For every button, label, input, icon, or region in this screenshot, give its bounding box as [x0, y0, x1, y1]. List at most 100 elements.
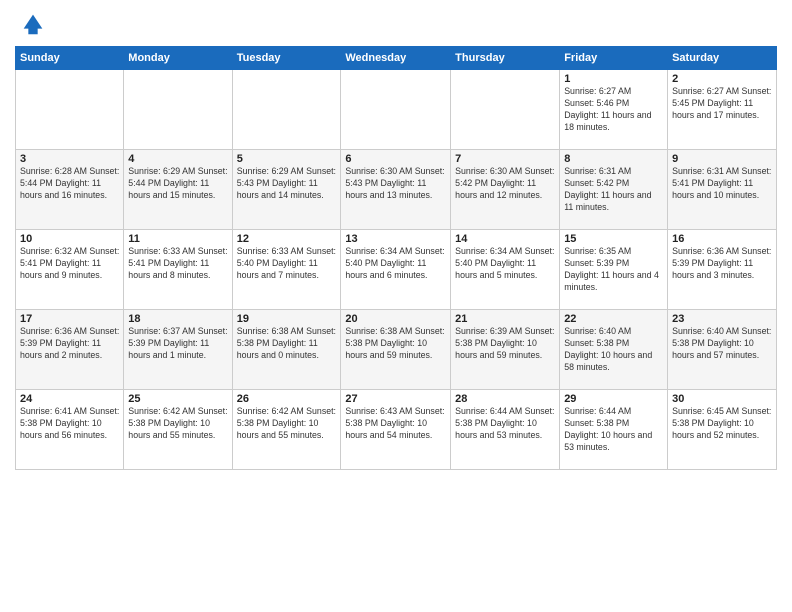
- day-info: Sunrise: 6:42 AM Sunset: 5:38 PM Dayligh…: [128, 406, 227, 442]
- calendar-cell: 11Sunrise: 6:33 AM Sunset: 5:41 PM Dayli…: [124, 230, 232, 310]
- calendar-cell: 14Sunrise: 6:34 AM Sunset: 5:40 PM Dayli…: [451, 230, 560, 310]
- col-header-thursday: Thursday: [451, 47, 560, 70]
- day-number: 6: [345, 153, 446, 165]
- calendar-cell: 4Sunrise: 6:29 AM Sunset: 5:44 PM Daylig…: [124, 150, 232, 230]
- day-number: 27: [345, 393, 446, 405]
- day-info: Sunrise: 6:38 AM Sunset: 5:38 PM Dayligh…: [345, 326, 446, 362]
- calendar-cell: [341, 70, 451, 150]
- day-info: Sunrise: 6:31 AM Sunset: 5:41 PM Dayligh…: [672, 166, 772, 202]
- calendar-cell: 8Sunrise: 6:31 AM Sunset: 5:42 PM Daylig…: [560, 150, 668, 230]
- day-number: 7: [455, 153, 555, 165]
- day-info: Sunrise: 6:27 AM Sunset: 5:46 PM Dayligh…: [564, 86, 663, 134]
- calendar-cell: 29Sunrise: 6:44 AM Sunset: 5:38 PM Dayli…: [560, 390, 668, 470]
- calendar-week-3: 17Sunrise: 6:36 AM Sunset: 5:39 PM Dayli…: [16, 310, 777, 390]
- calendar-cell: 15Sunrise: 6:35 AM Sunset: 5:39 PM Dayli…: [560, 230, 668, 310]
- calendar-cell: 12Sunrise: 6:33 AM Sunset: 5:40 PM Dayli…: [232, 230, 341, 310]
- day-number: 26: [237, 393, 337, 405]
- day-info: Sunrise: 6:27 AM Sunset: 5:45 PM Dayligh…: [672, 86, 772, 122]
- day-info: Sunrise: 6:37 AM Sunset: 5:39 PM Dayligh…: [128, 326, 227, 362]
- day-info: Sunrise: 6:29 AM Sunset: 5:44 PM Dayligh…: [128, 166, 227, 202]
- calendar-week-4: 24Sunrise: 6:41 AM Sunset: 5:38 PM Dayli…: [16, 390, 777, 470]
- calendar-cell: [124, 70, 232, 150]
- day-number: 5: [237, 153, 337, 165]
- day-info: Sunrise: 6:45 AM Sunset: 5:38 PM Dayligh…: [672, 406, 772, 442]
- logo: [15, 10, 47, 38]
- page-container: SundayMondayTuesdayWednesdayThursdayFrid…: [0, 0, 792, 475]
- col-header-friday: Friday: [560, 47, 668, 70]
- day-info: Sunrise: 6:38 AM Sunset: 5:38 PM Dayligh…: [237, 326, 337, 362]
- calendar-cell: 24Sunrise: 6:41 AM Sunset: 5:38 PM Dayli…: [16, 390, 124, 470]
- day-number: 25: [128, 393, 227, 405]
- calendar-cell: 20Sunrise: 6:38 AM Sunset: 5:38 PM Dayli…: [341, 310, 451, 390]
- day-number: 18: [128, 313, 227, 325]
- logo-icon: [19, 10, 47, 38]
- calendar-cell: 28Sunrise: 6:44 AM Sunset: 5:38 PM Dayli…: [451, 390, 560, 470]
- day-number: 16: [672, 233, 772, 245]
- day-number: 23: [672, 313, 772, 325]
- day-number: 14: [455, 233, 555, 245]
- day-info: Sunrise: 6:44 AM Sunset: 5:38 PM Dayligh…: [455, 406, 555, 442]
- day-number: 15: [564, 233, 663, 245]
- calendar-cell: 23Sunrise: 6:40 AM Sunset: 5:38 PM Dayli…: [668, 310, 777, 390]
- calendar-cell: 17Sunrise: 6:36 AM Sunset: 5:39 PM Dayli…: [16, 310, 124, 390]
- col-header-tuesday: Tuesday: [232, 47, 341, 70]
- day-number: 11: [128, 233, 227, 245]
- calendar-cell: 30Sunrise: 6:45 AM Sunset: 5:38 PM Dayli…: [668, 390, 777, 470]
- calendar-cell: 25Sunrise: 6:42 AM Sunset: 5:38 PM Dayli…: [124, 390, 232, 470]
- calendar-body: 1Sunrise: 6:27 AM Sunset: 5:46 PM Daylig…: [16, 70, 777, 470]
- calendar-week-2: 10Sunrise: 6:32 AM Sunset: 5:41 PM Dayli…: [16, 230, 777, 310]
- day-number: 30: [672, 393, 772, 405]
- calendar-cell: 1Sunrise: 6:27 AM Sunset: 5:46 PM Daylig…: [560, 70, 668, 150]
- day-info: Sunrise: 6:40 AM Sunset: 5:38 PM Dayligh…: [672, 326, 772, 362]
- calendar-cell: 16Sunrise: 6:36 AM Sunset: 5:39 PM Dayli…: [668, 230, 777, 310]
- day-info: Sunrise: 6:32 AM Sunset: 5:41 PM Dayligh…: [20, 246, 119, 282]
- calendar-cell: 27Sunrise: 6:43 AM Sunset: 5:38 PM Dayli…: [341, 390, 451, 470]
- day-info: Sunrise: 6:30 AM Sunset: 5:43 PM Dayligh…: [345, 166, 446, 202]
- day-info: Sunrise: 6:34 AM Sunset: 5:40 PM Dayligh…: [345, 246, 446, 282]
- page-header: [15, 10, 777, 38]
- day-info: Sunrise: 6:28 AM Sunset: 5:44 PM Dayligh…: [20, 166, 119, 202]
- day-number: 9: [672, 153, 772, 165]
- day-info: Sunrise: 6:33 AM Sunset: 5:41 PM Dayligh…: [128, 246, 227, 282]
- calendar-cell: 26Sunrise: 6:42 AM Sunset: 5:38 PM Dayli…: [232, 390, 341, 470]
- col-header-sunday: Sunday: [16, 47, 124, 70]
- day-info: Sunrise: 6:31 AM Sunset: 5:42 PM Dayligh…: [564, 166, 663, 214]
- calendar-cell: 7Sunrise: 6:30 AM Sunset: 5:42 PM Daylig…: [451, 150, 560, 230]
- day-number: 2: [672, 73, 772, 85]
- day-info: Sunrise: 6:42 AM Sunset: 5:38 PM Dayligh…: [237, 406, 337, 442]
- calendar-cell: 13Sunrise: 6:34 AM Sunset: 5:40 PM Dayli…: [341, 230, 451, 310]
- calendar-cell: 18Sunrise: 6:37 AM Sunset: 5:39 PM Dayli…: [124, 310, 232, 390]
- day-info: Sunrise: 6:36 AM Sunset: 5:39 PM Dayligh…: [20, 326, 119, 362]
- day-number: 28: [455, 393, 555, 405]
- day-info: Sunrise: 6:39 AM Sunset: 5:38 PM Dayligh…: [455, 326, 555, 362]
- calendar-week-1: 3Sunrise: 6:28 AM Sunset: 5:44 PM Daylig…: [16, 150, 777, 230]
- day-info: Sunrise: 6:34 AM Sunset: 5:40 PM Dayligh…: [455, 246, 555, 282]
- col-header-saturday: Saturday: [668, 47, 777, 70]
- day-number: 22: [564, 313, 663, 325]
- day-number: 29: [564, 393, 663, 405]
- day-info: Sunrise: 6:29 AM Sunset: 5:43 PM Dayligh…: [237, 166, 337, 202]
- col-header-monday: Monday: [124, 47, 232, 70]
- header-row: SundayMondayTuesdayWednesdayThursdayFrid…: [16, 47, 777, 70]
- day-info: Sunrise: 6:35 AM Sunset: 5:39 PM Dayligh…: [564, 246, 663, 294]
- day-number: 3: [20, 153, 119, 165]
- calendar-week-0: 1Sunrise: 6:27 AM Sunset: 5:46 PM Daylig…: [16, 70, 777, 150]
- day-info: Sunrise: 6:44 AM Sunset: 5:38 PM Dayligh…: [564, 406, 663, 454]
- calendar-cell: [16, 70, 124, 150]
- calendar-cell: 3Sunrise: 6:28 AM Sunset: 5:44 PM Daylig…: [16, 150, 124, 230]
- day-number: 4: [128, 153, 227, 165]
- calendar-cell: 22Sunrise: 6:40 AM Sunset: 5:38 PM Dayli…: [560, 310, 668, 390]
- calendar-cell: 10Sunrise: 6:32 AM Sunset: 5:41 PM Dayli…: [16, 230, 124, 310]
- day-info: Sunrise: 6:33 AM Sunset: 5:40 PM Dayligh…: [237, 246, 337, 282]
- calendar-header: SundayMondayTuesdayWednesdayThursdayFrid…: [16, 47, 777, 70]
- calendar-cell: 19Sunrise: 6:38 AM Sunset: 5:38 PM Dayli…: [232, 310, 341, 390]
- col-header-wednesday: Wednesday: [341, 47, 451, 70]
- day-number: 13: [345, 233, 446, 245]
- day-info: Sunrise: 6:40 AM Sunset: 5:38 PM Dayligh…: [564, 326, 663, 374]
- calendar-cell: 9Sunrise: 6:31 AM Sunset: 5:41 PM Daylig…: [668, 150, 777, 230]
- day-number: 19: [237, 313, 337, 325]
- day-info: Sunrise: 6:43 AM Sunset: 5:38 PM Dayligh…: [345, 406, 446, 442]
- day-number: 10: [20, 233, 119, 245]
- day-info: Sunrise: 6:41 AM Sunset: 5:38 PM Dayligh…: [20, 406, 119, 442]
- day-info: Sunrise: 6:36 AM Sunset: 5:39 PM Dayligh…: [672, 246, 772, 282]
